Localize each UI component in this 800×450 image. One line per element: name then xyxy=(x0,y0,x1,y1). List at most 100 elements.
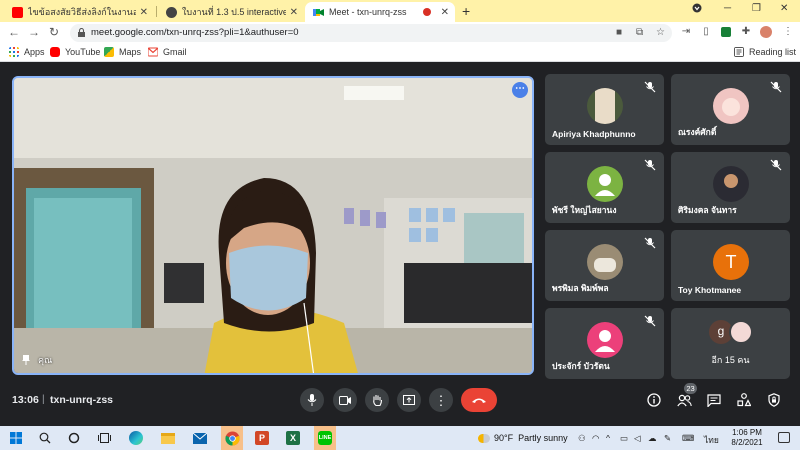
line-app-icon[interactable]: LINE xyxy=(314,426,336,450)
bookmark-star-icon[interactable]: ☆ xyxy=(656,27,665,38)
participant-tile[interactable]: พัชรี ใหญ่ไสยานง xyxy=(545,152,664,223)
pin-icon[interactable] xyxy=(22,355,30,365)
chat-button[interactable] xyxy=(706,392,722,408)
search-icon[interactable] xyxy=(37,430,53,446)
address-bar[interactable]: meet.google.com/txn-unrq-zss?pli=1&authu… xyxy=(70,24,672,42)
gmail-icon xyxy=(148,47,158,57)
youtube-icon xyxy=(50,47,60,57)
extension-doc-icon[interactable]: ▯ xyxy=(700,26,712,38)
bookmark-apps[interactable]: Apps xyxy=(9,47,45,57)
meeting-details-button[interactable] xyxy=(646,392,662,408)
avatar xyxy=(587,88,623,124)
participant-name: ณรงค์ศักดิ์ xyxy=(678,127,717,137)
divider: | xyxy=(42,394,45,405)
close-tab-icon[interactable]: ✕ xyxy=(140,7,148,18)
hidden-icons-chevron[interactable]: ^ xyxy=(606,433,610,443)
powerpoint-icon[interactable]: P xyxy=(254,430,270,446)
weather-widget[interactable]: 90°F Partly sunny xyxy=(478,433,568,443)
people-button[interactable] xyxy=(676,392,692,408)
windows-start-icon[interactable] xyxy=(8,430,24,446)
bookmark-label: Maps xyxy=(119,47,142,57)
microphone-button[interactable] xyxy=(300,388,324,412)
bookmark-youtube[interactable]: YouTube xyxy=(50,47,100,57)
excel-icon[interactable]: X xyxy=(285,430,301,446)
end-call-icon xyxy=(472,398,486,403)
participant-name: พรพิมล พิมพ์พล xyxy=(552,283,609,293)
raise-hand-button[interactable] xyxy=(365,388,389,412)
lock-icon xyxy=(78,28,85,37)
new-tab-icon[interactable]: + xyxy=(462,3,470,19)
participant-tile[interactable]: พรพิมล พิมพ์พล xyxy=(545,230,664,301)
notification-icon[interactable] xyxy=(778,432,790,443)
reading-list-button[interactable]: Reading list xyxy=(734,47,796,57)
tab-divider xyxy=(156,6,157,17)
shield-lock-icon xyxy=(768,393,780,407)
volume-icon[interactable]: ◁ xyxy=(634,433,641,444)
participant-tile[interactable]: ศิริมงคล จันทาร xyxy=(671,152,790,223)
cortana-icon[interactable] xyxy=(66,430,82,446)
participant-tile[interactable]: ประจักร์ บัวรัตน xyxy=(545,308,664,379)
extension-shield-icon[interactable] xyxy=(720,26,732,38)
chrome-taskbar-icon[interactable] xyxy=(221,426,243,450)
mail-icon[interactable] xyxy=(192,430,208,446)
apps-grid-icon xyxy=(9,47,19,57)
pen-icon[interactable]: ✎ xyxy=(664,433,671,444)
tab-worksheet[interactable]: ใบงานที่ 1.3 ป.5 interactive worksh... ✕ xyxy=(158,2,304,22)
input-language[interactable]: ไทย xyxy=(704,433,719,447)
restore-icon[interactable]: ❐ xyxy=(752,3,761,14)
camera-button[interactable] xyxy=(333,388,357,412)
close-tab-icon[interactable]: ✕ xyxy=(290,7,298,18)
browser-toolbar: ← → ↻ meet.google.com/txn-unrq-zss?pli=1… xyxy=(0,22,800,44)
profile-avatar[interactable] xyxy=(760,26,772,38)
close-tab-icon[interactable]: ✕ xyxy=(441,7,449,18)
globe-icon xyxy=(166,6,177,18)
reload-icon[interactable]: ↻ xyxy=(49,25,59,39)
participant-tile[interactable]: ณรงค์ศักดิ์ xyxy=(671,74,790,145)
recording-icon xyxy=(422,8,431,16)
tab-youtube-video[interactable]: ไขข้อสงสัยวิธีส่งลิงก์ในงานออนไลน์ live.… xyxy=(4,2,154,22)
tab-title: Meet - txn-unrq-zss xyxy=(329,7,407,17)
people-tray-icon[interactable]: ⚇ xyxy=(578,433,586,444)
tab-meet[interactable]: Meet - txn-unrq-zss ✕ xyxy=(305,2,455,22)
leave-call-button[interactable] xyxy=(461,388,497,412)
tab-search-icon[interactable] xyxy=(692,3,702,16)
minimize-icon[interactable]: ─ xyxy=(724,3,731,14)
self-video-tile[interactable]: ⋯ คุณ xyxy=(12,76,534,375)
participant-tile[interactable]: Apiriya Khadphunno xyxy=(545,74,664,145)
present-screen-button[interactable] xyxy=(397,388,421,412)
close-window-icon[interactable]: ✕ xyxy=(780,3,788,14)
mic-off-icon xyxy=(770,81,782,93)
wifi-icon[interactable]: ◠ xyxy=(592,433,599,444)
system-clock[interactable]: 1:06 PM 8/2/2021 xyxy=(724,428,770,448)
task-view-icon[interactable] xyxy=(96,430,112,446)
meeting-time: 13:06 xyxy=(12,394,39,406)
chrome-menu-icon[interactable]: ⋮ xyxy=(782,26,794,38)
mic-off-icon xyxy=(644,159,656,171)
onedrive-icon[interactable]: ☁ xyxy=(648,433,657,444)
battery-icon[interactable]: ▭ xyxy=(620,433,628,444)
translate-icon[interactable]: ⧉ xyxy=(636,27,643,38)
cast-icon[interactable]: ⇥ xyxy=(680,26,692,38)
bookmark-gmail[interactable]: Gmail xyxy=(148,47,187,57)
more-options-button[interactable]: ⋮ xyxy=(429,388,453,412)
avatar-stack: g xyxy=(709,320,759,344)
self-video-feed xyxy=(14,78,532,373)
forward-icon[interactable]: → xyxy=(28,25,40,39)
file-explorer-icon[interactable] xyxy=(160,430,176,446)
avatar xyxy=(587,244,623,280)
raise-hand-icon xyxy=(372,395,382,406)
camera-in-use-icon[interactable]: ■ xyxy=(616,27,622,38)
activities-button[interactable] xyxy=(736,392,752,408)
more-options-icon[interactable]: ⋯ xyxy=(512,82,528,98)
keyboard-icon[interactable]: ⌨ xyxy=(682,433,694,444)
edge-icon[interactable] xyxy=(128,430,144,446)
meeting-controls: 13:06 | txn-unrq-zss ⋮ 23 xyxy=(0,378,800,424)
host-controls-button[interactable] xyxy=(766,392,782,408)
back-icon[interactable]: ← xyxy=(8,25,20,39)
letter-avatar: T xyxy=(713,244,749,280)
more-participants-tile[interactable]: g อีก 15 คน xyxy=(671,308,790,379)
chat-icon xyxy=(707,393,721,407)
extensions-puzzle-icon[interactable]: ✚ xyxy=(740,26,752,38)
bookmark-maps[interactable]: Maps xyxy=(104,47,141,57)
participant-tile[interactable]: T Toy Khotmanee xyxy=(671,230,790,301)
